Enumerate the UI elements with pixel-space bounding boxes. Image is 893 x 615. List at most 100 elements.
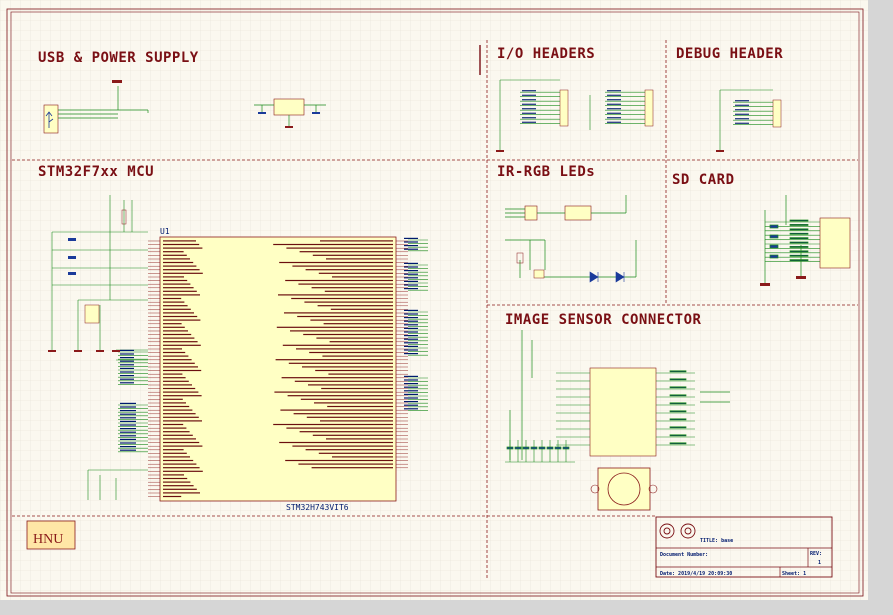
mcu-pin-label xyxy=(163,254,187,256)
mcu-pin-label xyxy=(330,308,393,310)
mcu-pin-label xyxy=(163,416,199,418)
sensor-net-label xyxy=(669,378,687,381)
mcu-pin-label xyxy=(296,348,393,350)
mcu-pin-label xyxy=(311,287,393,289)
mcu-pin-label xyxy=(163,240,196,242)
mcu-pin-label xyxy=(281,377,393,379)
mcu-pin-label xyxy=(163,380,189,382)
mcu-net-label xyxy=(404,317,418,319)
mcu-pin-label xyxy=(276,326,393,328)
mcu-pin-label xyxy=(292,445,393,447)
sheet-text: Sheet: 1 xyxy=(782,571,806,577)
mcu-pin-label xyxy=(163,279,188,282)
mcu-pin-label xyxy=(163,452,187,454)
mcu-pin-label xyxy=(163,323,182,325)
mcu-pin-label xyxy=(163,481,191,483)
mcu-net-label xyxy=(120,435,136,437)
mcu-pin-label xyxy=(326,438,393,440)
mcu-net-label xyxy=(404,338,418,340)
section-title-ir: IR-RGB LEDs xyxy=(497,164,595,180)
mcu-pin-label xyxy=(292,265,393,267)
mcu-pin-label xyxy=(324,290,393,292)
mcu-pin-label xyxy=(163,387,196,390)
gnd-symbol xyxy=(48,350,56,352)
mcu-pin-label xyxy=(163,427,187,429)
date-text: Date: 2019/4/19 20:09:30 xyxy=(660,571,732,577)
mcu-pin-label xyxy=(163,287,194,289)
mcu-pin-label xyxy=(163,434,193,436)
mcu-pin-label xyxy=(163,258,190,260)
mcu-pin-label xyxy=(327,405,393,408)
mcu-pin-label xyxy=(163,333,192,336)
header-net-label xyxy=(607,117,621,119)
sensor-net-label xyxy=(669,386,687,389)
mcu-pin-label xyxy=(274,391,393,393)
mcu-pin-label xyxy=(163,341,198,343)
title-text: TITLE: base xyxy=(700,538,733,544)
mcu-net-label xyxy=(404,345,418,347)
mcu-pin-label xyxy=(163,474,184,476)
sensor-net-label xyxy=(669,410,687,413)
gnd-symbol xyxy=(96,350,104,352)
mcu-pin-label xyxy=(299,431,393,433)
mcu-pin-label xyxy=(275,359,393,361)
mcu-net-label xyxy=(404,327,418,329)
pin-header xyxy=(559,89,569,127)
hnu-logo-text: HNU xyxy=(33,532,63,547)
mcu-pin-label xyxy=(163,420,202,422)
mcu-pin-label xyxy=(163,355,189,357)
mcu-pin-label xyxy=(163,495,182,498)
mcu-net-label xyxy=(404,270,418,272)
mcu-net-label xyxy=(120,353,134,355)
mcu-net-label xyxy=(120,367,134,369)
header-net-label xyxy=(522,99,536,101)
mcu-pin-label xyxy=(163,431,190,433)
sd-net-label xyxy=(789,219,809,222)
mcu-pin-label xyxy=(317,305,393,307)
mcu-pin-label xyxy=(163,283,191,285)
mcu-pin-label xyxy=(321,387,393,390)
mcu-pin-label xyxy=(163,366,198,368)
mcu-pin-label xyxy=(320,420,393,422)
mcu-pin-label xyxy=(163,348,182,350)
header-net-label xyxy=(735,100,749,102)
mcu-pin-label xyxy=(163,391,199,393)
mcu-pin-label xyxy=(163,459,194,462)
mcu-pin-label xyxy=(320,240,393,242)
mcu-net-label xyxy=(404,393,418,395)
sd-net-label xyxy=(789,224,809,226)
mcu-pin-label xyxy=(309,351,393,354)
header-net-label xyxy=(522,121,536,123)
sd-net-label xyxy=(789,232,809,235)
mcu-net-label xyxy=(404,313,418,315)
mcu-net-label xyxy=(404,353,418,355)
mcu-pin-label xyxy=(163,351,186,354)
header-net-label xyxy=(522,90,536,92)
section-title-usb: USB & POWER SUPPLY xyxy=(38,50,199,66)
mcu-pin-label xyxy=(163,488,197,490)
mcu-pin-label xyxy=(305,269,393,271)
mcu-net-label xyxy=(120,442,136,444)
gnd-symbol xyxy=(74,350,82,352)
capacitor xyxy=(68,238,76,241)
rgb-led xyxy=(524,205,538,221)
mcu-net-label xyxy=(404,273,418,275)
mcu-pin-label xyxy=(163,330,188,332)
mcu-ref: U1 xyxy=(160,227,170,236)
mcu-pin-label xyxy=(163,337,195,339)
mcu-pin-label xyxy=(163,319,201,321)
mcu-pin-label xyxy=(163,305,188,307)
sensor-net-label xyxy=(669,394,687,397)
mcu-pin-label xyxy=(286,427,393,429)
mcu-pin-label xyxy=(163,456,190,458)
mcu-net-label xyxy=(404,386,418,388)
sd-net-label xyxy=(789,254,809,257)
sd-card-socket xyxy=(819,217,851,269)
decoupling-cap xyxy=(522,446,530,450)
mcu-pin-label xyxy=(163,423,184,426)
mcu-pin-label xyxy=(163,477,188,480)
mcu-net-label xyxy=(404,331,418,333)
mcu-pin-label xyxy=(297,315,393,318)
mcu-pin-label xyxy=(326,258,393,260)
decoupling-cap xyxy=(554,446,562,450)
